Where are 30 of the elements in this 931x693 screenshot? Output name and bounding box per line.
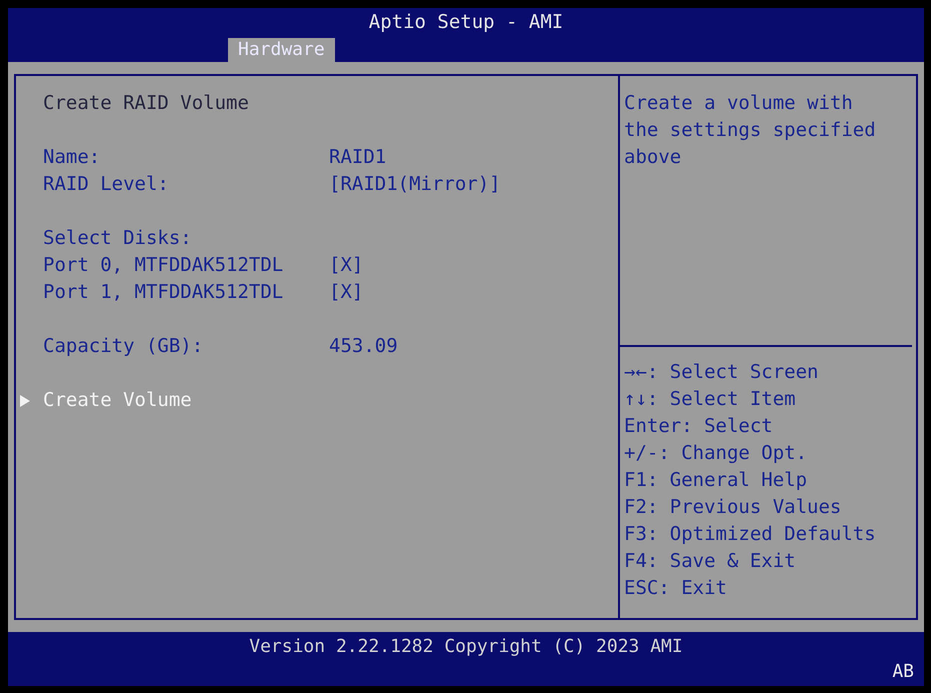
key-hint: F3: Optimized Defaults	[624, 522, 877, 547]
help-text: above	[624, 145, 682, 170]
field-label: Capacity (GB):	[43, 334, 204, 359]
field-label: Port 0, MTFDDAK512TDL	[43, 253, 284, 278]
key-hint: Enter: Select	[624, 414, 774, 439]
field-value[interactable]: [X]	[329, 252, 364, 279]
version-text: Version 2.22.1282 Copyright (C) 2023 AMI	[249, 635, 683, 659]
field-label: Name:	[43, 145, 102, 170]
field-label: Port 1, MTFDDAK512TDL	[43, 280, 284, 305]
form-title: Create RAID Volume	[43, 91, 250, 116]
field-value[interactable]: RAID1	[329, 144, 386, 171]
key-hint: +/-: Change Opt.	[624, 441, 808, 466]
key-hint: F4: Save & Exit	[624, 549, 797, 574]
status-indicator: AB	[892, 662, 914, 682]
key-hint: F2: Previous Values	[624, 495, 842, 520]
field-value[interactable]: [X]	[329, 279, 364, 306]
field-label: RAID Level:	[43, 172, 170, 197]
tab[interactable]: Hardware	[228, 38, 335, 62]
pointer-icon	[20, 394, 30, 406]
help-text: Create a volume with	[624, 91, 854, 116]
help-text: the settings specified	[624, 118, 877, 143]
field-value[interactable]: 453.09	[329, 333, 398, 360]
section-label: Select Disks:	[43, 226, 193, 251]
field-value[interactable]: [RAID1(Mirror)]	[329, 171, 501, 198]
key-hint: ↑↓: Select Item	[624, 387, 797, 412]
window-title: Aptio Setup - AMI	[368, 10, 564, 34]
menu-item[interactable]: Create Volume	[20, 387, 618, 414]
key-hint: F1: General Help	[624, 468, 808, 493]
key-hint: ESC: Exit	[624, 576, 728, 601]
key-hint: →←: Select Screen	[624, 360, 820, 385]
